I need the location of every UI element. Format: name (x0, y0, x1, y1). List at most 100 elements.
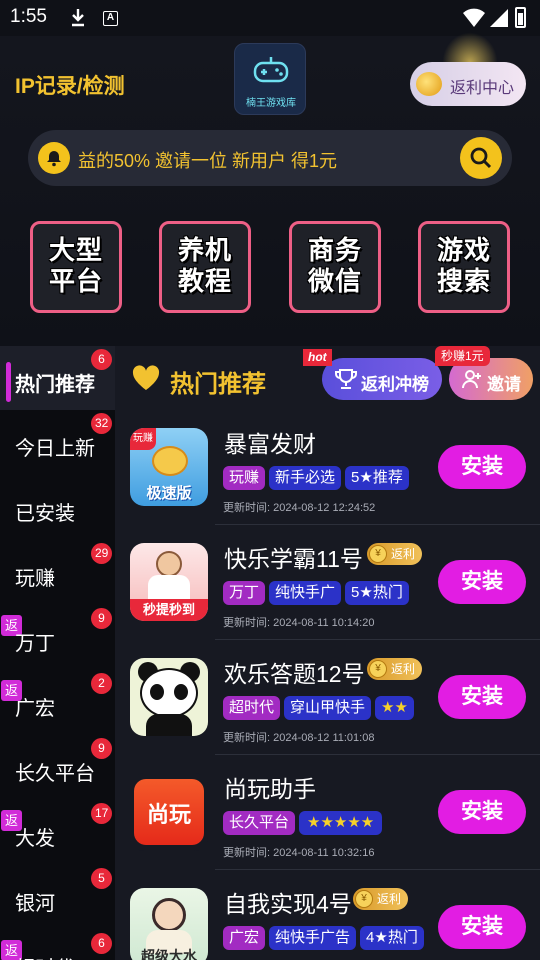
app-row[interactable]: 超级大水 自我实现4号 ¥ 返利 广宏 纯快手广告 4★热门 安装 (115, 870, 540, 960)
tag: 新手必选 (269, 466, 342, 490)
tile-phone-farming-guide[interactable]: 养机 教程 (159, 221, 251, 313)
tag: 4★热门 (360, 926, 424, 950)
heart-icon (132, 365, 160, 390)
logo-text: 楠王游戏库 (246, 98, 296, 109)
install-button[interactable]: 安装 (438, 445, 526, 489)
sidebar-item-guanghong[interactable]: 返 广宏 2 (0, 670, 115, 734)
active-indicator (6, 362, 11, 402)
earn-tag: 秒赚1元 (435, 346, 490, 366)
app-row[interactable]: 欢乐答题12号 ¥ 返利 超时代 穿山甲快手 ★★ 更新时间: 2024-08-12 … (115, 640, 540, 755)
tag: 玩赚 (223, 466, 266, 490)
wifi-icon (463, 8, 485, 27)
rebate-center-button[interactable]: 返利中心 (410, 62, 526, 106)
count-badge: 9 (91, 738, 112, 759)
count-badge: 6 (91, 349, 112, 370)
rebate-tag: ¥ 返利 (367, 658, 423, 680)
install-button[interactable]: 安装 (438, 790, 526, 834)
app-row[interactable]: 玩赚 极速版 暴富发财 玩赚 新手必选 5★推荐 更新时间: 2024-08-12 … (115, 410, 540, 525)
rebate-tag: ¥ 返利 (367, 543, 423, 565)
sidebar-item-label: 今日上新 (15, 438, 95, 460)
tile-game-search[interactable]: 游戏 搜索 (418, 221, 510, 313)
rebate-glow (440, 30, 500, 66)
sidebar-item-label: 大发 (15, 828, 55, 850)
tag-list: 超时代 穿山甲快手 ★★ (223, 696, 418, 720)
sidebar-item-galaxy[interactable]: 银河 5 (0, 865, 115, 929)
bell-icon (38, 142, 70, 174)
tile-label: 游戏 搜索 (436, 235, 491, 296)
tag: 万丁 (223, 581, 266, 605)
app-row[interactable]: 秒提秒到 快乐学霸11号 ¥ 返利 万丁 纯快手广 5★热门 更新时间: 2024-0… (115, 525, 540, 640)
sidebar-item-label: 已安装 (15, 503, 75, 525)
sidebar-item-wanding[interactable]: 返 万丁 9 (0, 605, 115, 669)
tile-label: 大型 平台 (48, 235, 103, 296)
sidebar-item-super-era[interactable]: 返 超时代 6 (0, 930, 115, 960)
tag: 穿山甲快手 (284, 696, 372, 720)
count-badge: 2 (91, 673, 112, 694)
update-time: 更新时间: 2024-08-12 11:01:08 (223, 732, 375, 744)
sidebar-item-label: 万丁 (15, 633, 55, 655)
search-icon (470, 147, 492, 169)
ip-record-link[interactable]: IP记录/检测 (15, 70, 125, 100)
download-icon (72, 9, 84, 27)
section-header: 热门推荐 返利冲榜 hot 邀请 秒赚1元 (115, 346, 540, 411)
app-name: 尚玩助手 (224, 776, 316, 802)
section-title: 热门推荐 (170, 371, 266, 398)
app-logo: 楠王游戏库 (234, 43, 306, 115)
app-list-panel: 热门推荐 返利冲榜 hot 邀请 秒赚1元 玩赚 极速版 暴富发财 玩赚 新手必选… (115, 346, 540, 960)
icon-caption: 极速版 (146, 485, 192, 502)
count-badge: 9 (91, 608, 112, 629)
sidebar-item-hot[interactable]: 热门推荐 6 (0, 346, 115, 410)
tile-label: 养机 教程 (177, 235, 232, 296)
corner-label: 玩赚 (130, 428, 156, 450)
update-time: 更新时间: 2024-08-12 12:24:52 (223, 502, 376, 514)
tile-business-wechat[interactable]: 商务 微信 (289, 221, 381, 313)
status-time: 1:55 (10, 6, 47, 27)
coin-icon: ¥ (369, 545, 387, 563)
coin-icon: ¥ (369, 660, 387, 678)
tile-label: 商务 微信 (307, 235, 362, 296)
search-button[interactable] (460, 137, 502, 179)
sidebar-item-label: 玩赚 (15, 568, 55, 590)
app-icon (130, 658, 208, 736)
tag-list: 万丁 纯快手广 5★热门 (223, 581, 413, 605)
invite-label: 邀请 (487, 375, 521, 394)
signal-icon (490, 9, 508, 27)
header: IP记录/检测 楠王游戏库 返利中心 益的50% 邀请一位 新用户 得1元 大型… (0, 30, 540, 346)
hot-tag: hot (303, 349, 332, 366)
icon-caption: 尚玩 (146, 802, 191, 827)
update-time: 更新时间: 2024-08-11 10:32:16 (223, 847, 375, 859)
count-badge: 29 (91, 543, 113, 564)
icon-caption: 超级大水 (141, 948, 197, 960)
tag: ★★ (375, 696, 414, 720)
install-button[interactable]: 安装 (438, 560, 526, 604)
app-name: 快乐学霸11号 (224, 546, 363, 572)
sidebar-item-long-term[interactable]: 长久平台 9 (0, 735, 115, 799)
sidebar-item-dafa[interactable]: 返 大发 17 (0, 800, 115, 864)
tag: 超时代 (223, 696, 281, 720)
rebate-rank-label: 返利冲榜 (361, 375, 429, 394)
tag: 纯快手广告 (269, 926, 357, 950)
tag-list: 长久平台 ★★★★★ (223, 811, 386, 835)
battery-icon (515, 7, 526, 28)
install-button[interactable]: 安装 (438, 905, 526, 949)
count-badge: 17 (91, 803, 113, 824)
sidebar-item-label: 长久平台 (15, 763, 95, 785)
notification-a-icon: A (103, 11, 118, 26)
sidebar-item-play-earn[interactable]: 玩赚 29 (0, 540, 115, 604)
tag: ★★★★★ (299, 811, 383, 835)
sidebar-item-label: 超时代 (15, 952, 75, 960)
sidebar-item-today-new[interactable]: 今日上新 32 (0, 410, 115, 474)
sidebar-item-installed[interactable]: 已安装 (0, 475, 115, 539)
tag: 纯快手广 (269, 581, 342, 605)
count-badge: 32 (91, 413, 113, 434)
notice-bar[interactable]: 益的50% 邀请一位 新用户 得1元 (28, 130, 512, 186)
update-time: 更新时间: 2024-08-11 10:14:20 (223, 617, 375, 629)
rebate-rank-button[interactable]: 返利冲榜 (322, 358, 442, 400)
app-icon: 超级大水 (130, 888, 208, 960)
tile-large-platform[interactable]: 大型 平台 (30, 221, 122, 313)
install-button[interactable]: 安装 (438, 675, 526, 719)
app-name: 暴富发财 (224, 431, 316, 457)
app-name: 自我实现4号 (224, 891, 352, 917)
app-row[interactable]: 尚玩 尚玩助手 长久平台 ★★★★★ 更新时间: 2024-08-11 10:32… (115, 755, 540, 870)
sidebar-item-label: 热门推荐 (15, 374, 95, 396)
